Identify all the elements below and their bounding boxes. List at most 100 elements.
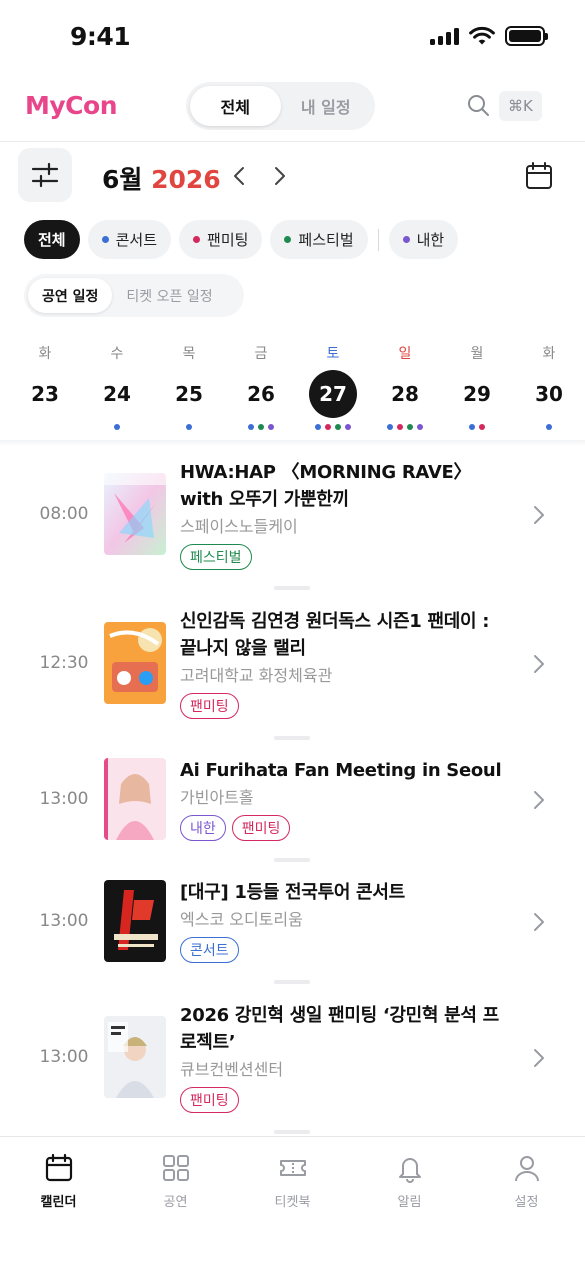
chip-divider (377, 228, 379, 251)
ticket-icon (279, 1160, 306, 1176)
category-dot (101, 236, 109, 243)
event-dot (407, 424, 413, 430)
chevron-right-icon (532, 653, 546, 675)
segment-my-schedule[interactable]: 내 일정 (281, 86, 372, 126)
event-dot (417, 424, 423, 430)
toggle-performance-schedule[interactable]: 공연 일정 (28, 278, 113, 313)
toggle-ticket-open-schedule[interactable]: 티켓 오픈 일정 (112, 278, 226, 313)
event-row[interactable]: 08:00 HWA:HAP 〈MORNING RAVE〉 with 오뚜기 가뿐한… (0, 446, 585, 594)
event-dot (325, 424, 331, 430)
day-27[interactable]: 토 27 (297, 342, 369, 432)
category-dot (284, 236, 292, 243)
status-icons (430, 26, 548, 46)
chip-festival[interactable]: 페스티벌 (270, 220, 368, 259)
event-info: 2026 강민혁 생일 팬미팅 ‘강민혁 분석 프로젝트’ 큐브컨벤션센터 팬미팅 (180, 1002, 510, 1113)
event-tags: 팬미팅 (180, 693, 510, 719)
event-dot (335, 424, 341, 430)
tab-label: 알림 (397, 1195, 422, 1210)
status-bar: 9:41 (0, 0, 585, 76)
chevron-right-icon (275, 167, 285, 185)
app-header: MyCon 전체 내 일정 ⌘K (0, 76, 585, 140)
day-number: 26 (247, 382, 275, 406)
shortcut-badge[interactable]: ⌘K (499, 91, 542, 121)
battery-icon (505, 26, 548, 46)
chip-fanmeeting[interactable]: 팬미팅 (179, 220, 263, 259)
category-tag: 내한 (180, 815, 226, 841)
event-dot (268, 424, 274, 430)
tab-ticketbook[interactable]: 티켓북 (234, 1153, 351, 1210)
event-venue: 큐브컨벤션센터 (180, 1060, 284, 1079)
day-24[interactable]: 수 24 (81, 342, 153, 432)
chevron-right-icon (532, 789, 546, 811)
event-time: 13:00 (39, 1047, 89, 1067)
category-tag: 팬미팅 (180, 1087, 239, 1113)
day-29[interactable]: 월 29 (441, 342, 513, 432)
event-row[interactable]: 13:00 [대구] 1등들 전국투어 콘서트 엑스코 오디토리움 콘서트 (0, 866, 585, 988)
event-dots (114, 424, 120, 432)
event-tags: 콘서트 (180, 937, 510, 963)
status-time: 9:41 (70, 22, 131, 51)
day-26[interactable]: 금 26 (225, 342, 297, 432)
prev-month-button[interactable] (227, 162, 251, 190)
event-title: 신인감독 김연경 원더독스 시즌1 팬데이 : 끝나지 않을 랠리 (180, 611, 490, 659)
row-divider (274, 858, 310, 862)
event-dots (469, 424, 485, 432)
tab-notifications[interactable]: 알림 (351, 1153, 468, 1210)
event-dot (546, 424, 552, 430)
chip-label: 콘서트 (115, 231, 158, 249)
event-tags: 팬미팅 (180, 1087, 510, 1113)
event-dot (479, 424, 485, 430)
header-divider (0, 141, 585, 142)
cellular-signal-icon (430, 27, 459, 45)
event-dot (186, 424, 192, 430)
chip-all[interactable]: 전체 (24, 220, 80, 259)
chevron-right-icon (532, 504, 546, 526)
chevron-right-icon (532, 1047, 546, 1069)
chip-visit[interactable]: 내한 (388, 220, 459, 259)
day-number: 27 (309, 370, 357, 418)
event-row[interactable]: 13:00 Ai Furihata Fan Meeting in Seoul 가빈아… (0, 744, 585, 866)
tab-label: 캘린더 (40, 1195, 77, 1210)
event-dots (186, 424, 192, 432)
tab-calendar[interactable]: 캘린더 (0, 1153, 117, 1210)
bottom-tab-bar: 캘린더 공연 티켓북 알림 설정 (0, 1136, 585, 1266)
category-tag: 콘서트 (180, 937, 239, 963)
event-row[interactable]: 12:30 신인감독 김연경 원더독스 시즌1 팬데이 : 끝나지 않을 랠리 고려… (0, 594, 585, 744)
event-info: [대구] 1등들 전국투어 콘서트 엑스코 오디토리움 콘서트 (180, 879, 510, 963)
tab-settings[interactable]: 설정 (468, 1153, 585, 1210)
tab-performances[interactable]: 공연 (117, 1153, 234, 1210)
event-tags: 내한 팬미팅 (180, 815, 510, 841)
event-poster (104, 758, 166, 840)
scope-segmented-control: 전체 내 일정 (186, 82, 375, 130)
day-number: 30 (535, 382, 563, 406)
month-navigator: 6월 2026 (0, 148, 585, 204)
calendar-picker-icon[interactable] (524, 161, 554, 191)
weekday-label: 월 (470, 346, 484, 362)
search-icon[interactable] (466, 93, 490, 117)
segment-all[interactable]: 전체 (190, 86, 281, 126)
weekday-label: 토 (326, 346, 340, 362)
day-28[interactable]: 일 28 (369, 342, 441, 432)
event-title: [대구] 1등들 전국투어 콘서트 (180, 882, 405, 903)
day-25[interactable]: 목 25 (153, 342, 225, 432)
event-time: 13:00 (39, 789, 89, 809)
row-divider (274, 736, 310, 740)
event-dots (248, 424, 274, 432)
next-month-button[interactable] (268, 162, 292, 190)
event-venue: 가빈아트홀 (180, 788, 254, 807)
year-label: 2026 (151, 165, 221, 194)
day-23[interactable]: 화 23 (9, 342, 81, 432)
filter-button[interactable] (18, 148, 72, 202)
chip-concert[interactable]: 콘서트 (87, 220, 172, 259)
day-30[interactable]: 화 30 (513, 342, 585, 432)
category-dot (193, 236, 201, 243)
event-venue: 고려대학교 화정체육관 (180, 666, 333, 685)
app-logo[interactable]: MyCon (25, 91, 118, 120)
event-dot (258, 424, 264, 430)
event-dot (315, 424, 321, 430)
month-label: 6월 (102, 165, 143, 194)
event-row[interactable]: 13:00 2026 강민혁 생일 팬미팅 ‘강민혁 분석 프로젝트’ 큐브컨벤션센… (0, 988, 585, 1136)
event-dot (387, 424, 393, 430)
chevron-right-icon (532, 911, 546, 933)
chip-label: 내한 (416, 231, 445, 249)
